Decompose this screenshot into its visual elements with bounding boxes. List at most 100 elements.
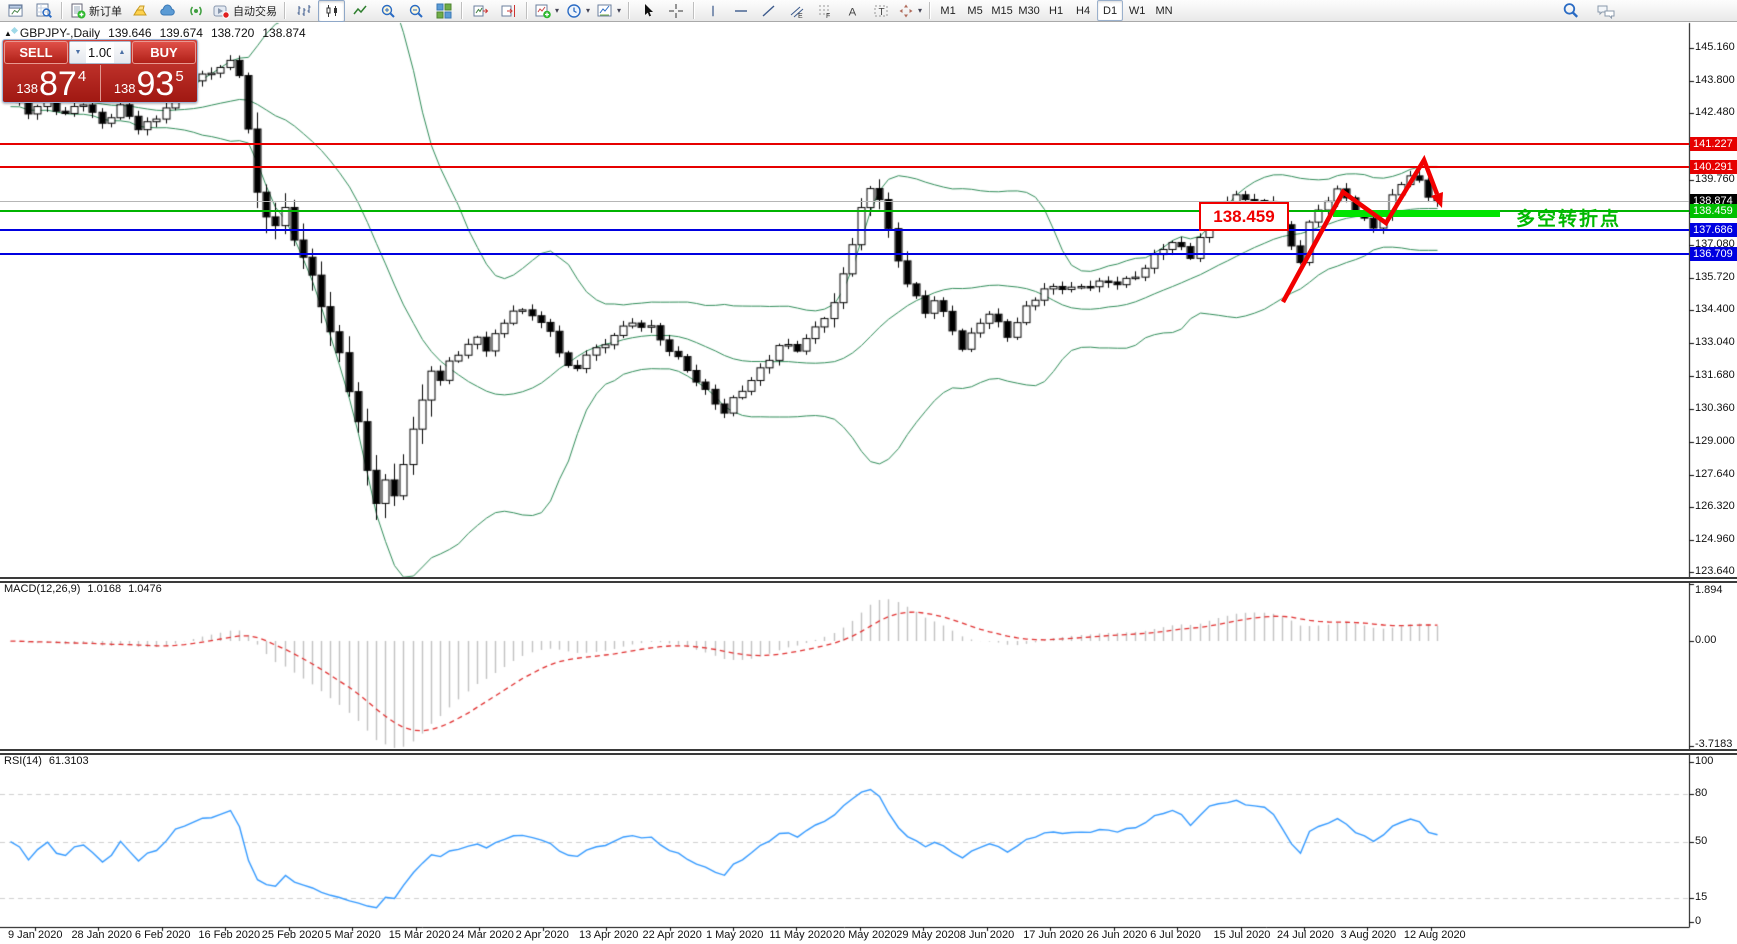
horizontal-line-tool-button[interactable] — [727, 0, 754, 22]
chart-shift-button[interactable] — [495, 0, 522, 22]
search-icon — [1562, 2, 1579, 19]
sell-button[interactable]: SELL — [4, 41, 68, 64]
trendline-icon — [761, 3, 777, 19]
date-axis-label: 9 Jan 2020 — [8, 929, 62, 941]
date-axis-label: 6 Feb 2020 — [135, 929, 191, 941]
date-axis-label: 13 Apr 2020 — [579, 929, 638, 941]
timeframe-button-M30[interactable]: M30 — [1016, 0, 1042, 21]
cursor-tool-button[interactable] — [634, 0, 661, 22]
zoom-out-button[interactable] — [402, 0, 429, 22]
search-button[interactable] — [1557, 0, 1584, 22]
date-axis-label: 29 May 2020 — [896, 929, 960, 941]
date-axis-label: 15 Jul 2020 — [1214, 929, 1271, 941]
rsi-axis-label: 15 — [1695, 891, 1707, 903]
toolbar-separator — [461, 2, 463, 19]
timeframe-button-M5[interactable]: M5 — [962, 0, 988, 21]
date-axis-label: 16 Feb 2020 — [198, 929, 260, 941]
arrows-icon — [898, 3, 914, 19]
bull-bear-zigzag-arrow[interactable] — [1250, 130, 1460, 320]
bar-chart-mode-button[interactable] — [290, 0, 317, 22]
community-button[interactable] — [154, 0, 181, 22]
auto-scroll-button[interactable] — [467, 0, 494, 22]
timeframe-button-M1[interactable]: M1 — [935, 0, 961, 21]
timeframe-button-W1[interactable]: W1 — [1124, 0, 1150, 21]
price-axis-tick-label: 131.680 — [1695, 369, 1735, 381]
timeframe-button-D1[interactable]: D1 — [1097, 0, 1123, 21]
date-axis-label: 17 Jun 2020 — [1023, 929, 1084, 941]
date-axis-label: 1 May 2020 — [706, 929, 763, 941]
autotrading-button[interactable]: 自动交易 — [210, 0, 280, 22]
volume-increase-button[interactable]: ▲ — [114, 42, 130, 63]
candlestick-mode-button[interactable] — [318, 0, 345, 22]
buy-button[interactable]: BUY — [132, 41, 196, 64]
line-chart-mode-button[interactable] — [346, 0, 373, 22]
price-axis-tick-label: 130.360 — [1695, 402, 1735, 414]
text-icon: A — [846, 3, 860, 19]
date-axis-label: 28 Jan 2020 — [71, 929, 132, 941]
crosshair-tool-button[interactable] — [662, 0, 689, 22]
text-label-tool-button[interactable]: T — [867, 0, 894, 22]
buy-price-big: 93 — [137, 69, 175, 99]
buy-price-display[interactable]: 138 93 5 — [100, 65, 198, 101]
data-window-button[interactable] — [30, 0, 57, 22]
price-axis-tick-label: 124.960 — [1695, 533, 1735, 545]
indicators-icon — [535, 3, 551, 19]
new-order-button[interactable]: 新订单 — [67, 0, 125, 22]
trendline-tool-button[interactable] — [755, 0, 782, 22]
date-axis-label: 25 Feb 2020 — [262, 929, 324, 941]
ohlc-open: 139.646 — [108, 26, 151, 40]
price-badge-140291: 140.291 — [1690, 160, 1737, 174]
tile-windows-button[interactable] — [430, 0, 457, 22]
one-click-trading-panel: SELL ▼ ▲ BUY 138 87 4 138 93 5 — [2, 39, 198, 103]
pane-separator-macd[interactable] — [0, 577, 1737, 583]
arrows-tool-button[interactable]: ▾ — [895, 0, 925, 22]
equidistant-channel-tool-button[interactable]: E — [783, 0, 810, 22]
chart-window-icon — [8, 3, 23, 18]
price-chart-canvas[interactable] — [0, 0, 1737, 944]
toolbar-separator — [284, 2, 286, 19]
volume-decrease-button[interactable]: ▼ — [70, 42, 86, 63]
autotrading-icon — [213, 3, 230, 19]
zoom-in-icon — [380, 3, 396, 19]
date-axis-label: 12 Aug 2020 — [1404, 929, 1466, 941]
price-axis-tick-label: 123.640 — [1695, 565, 1735, 577]
main-toolbar: 新订单 自动交易 ▾ ▾ ▾ E F A T ▾ M1M5M15M30H1H4D… — [0, 0, 1737, 22]
timeframe-toolbar: M1M5M15M30H1H4D1W1MN — [935, 0, 1177, 21]
zoom-out-icon — [408, 3, 424, 19]
chat-button[interactable] — [1592, 0, 1619, 22]
date-axis-label: 11 May 2020 — [769, 929, 832, 941]
timeframe-button-H4[interactable]: H4 — [1070, 0, 1096, 21]
vertical-line-tool-button[interactable] — [699, 0, 726, 22]
gold-button[interactable] — [126, 0, 153, 22]
toolbar-separator — [628, 2, 630, 19]
ohlc-high: 139.674 — [160, 26, 203, 40]
ohlc-close: 138.874 — [262, 26, 305, 40]
new-chart-button[interactable] — [2, 0, 29, 22]
date-axis-label: 20 May 2020 — [833, 929, 897, 941]
periods-button[interactable]: ▾ — [563, 0, 593, 22]
text-label-icon: T — [873, 3, 889, 19]
date-axis-label: 22 Apr 2020 — [643, 929, 702, 941]
fibonacci-tool-button[interactable]: F — [811, 0, 838, 22]
chart-symbol-header: ▲ GBPJPY-,Daily 139.646 139.674 138.720 … — [4, 26, 306, 40]
chevron-down-icon: ▾ — [586, 6, 590, 15]
timeframe-button-H1[interactable]: H1 — [1043, 0, 1069, 21]
zoom-in-button[interactable] — [374, 0, 401, 22]
price-axis-tick-label: 127.640 — [1695, 468, 1735, 480]
text-tool-button[interactable]: A — [839, 0, 866, 22]
macd-axis-zero-label: 0.00 — [1695, 634, 1716, 646]
price-axis-tick-label: 133.040 — [1695, 336, 1735, 348]
data-window-icon — [36, 3, 52, 19]
sell-price-display[interactable]: 138 87 4 — [3, 65, 100, 101]
turning-point-text-annotation[interactable]: 多空转折点 — [1516, 204, 1621, 231]
timeframe-button-M15[interactable]: M15 — [989, 0, 1015, 21]
trade-panel-prices: 138 87 4 138 93 5 — [3, 65, 197, 101]
signals-button[interactable] — [182, 0, 209, 22]
indicators-button[interactable]: ▾ — [532, 0, 562, 22]
timeframe-button-MN[interactable]: MN — [1151, 0, 1177, 21]
volume-input[interactable] — [86, 42, 114, 63]
rsi-axis-label: 0 — [1695, 915, 1701, 927]
price-axis-tick-label: 126.320 — [1695, 500, 1735, 512]
templates-button[interactable]: ▾ — [594, 0, 624, 22]
pane-separator-rsi[interactable] — [0, 749, 1737, 755]
